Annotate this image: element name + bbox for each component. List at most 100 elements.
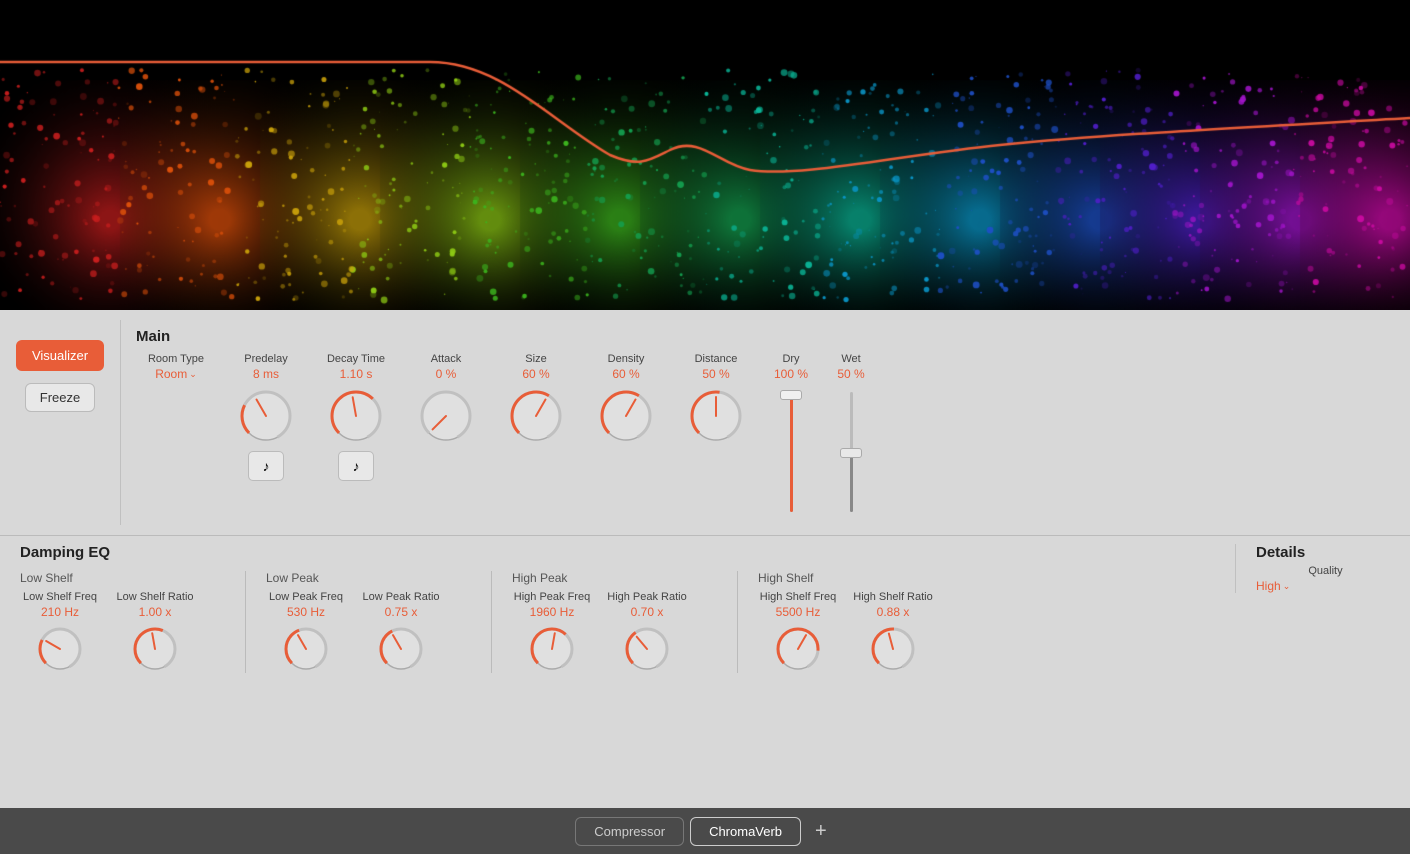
low-peak-band: Low Peak Low Peak Freq 530 Hz <box>266 571 471 673</box>
predelay-note-btn[interactable]: ♪ <box>248 451 284 481</box>
low-shelf-ratio-group: Low Shelf Ratio 1.00 x <box>115 591 195 673</box>
dry-value: 100 % <box>774 367 808 381</box>
wet-slider[interactable] <box>841 387 861 517</box>
high-shelf-freq-knob[interactable] <box>774 625 822 673</box>
decay-note-btn[interactable]: ♪ <box>338 451 374 481</box>
tab-compressor[interactable]: Compressor <box>575 817 684 846</box>
high-shelf-freq-group: High Shelf Freq 5500 Hz <box>758 591 838 673</box>
decay-time-group: Decay Time 1.10 s ♪ <box>316 353 396 481</box>
high-shelf-freq-label: High Shelf Freq <box>760 591 836 603</box>
room-type-label: Room Type <box>148 353 204 365</box>
density-knob[interactable] <box>597 387 655 445</box>
density-value: 60 % <box>612 367 639 381</box>
density-group: Density 60 % <box>586 353 666 445</box>
high-shelf-title: High Shelf <box>758 571 933 585</box>
distance-value: 50 % <box>702 367 729 381</box>
high-peak-freq-label: High Peak Freq <box>514 591 590 603</box>
freeze-button[interactable]: Freeze <box>25 383 95 412</box>
high-peak-title: High Peak <box>512 571 687 585</box>
quality-label: Quality <box>1256 565 1395 577</box>
damping-eq-title: Damping EQ <box>20 544 1235 561</box>
dry-label: Dry <box>782 353 799 365</box>
low-peak-ratio-group: Low Peak Ratio 0.75 x <box>361 591 441 673</box>
high-peak-freq-knob[interactable] <box>528 625 576 673</box>
tab-chromaverb[interactable]: ChromaVerb <box>690 817 801 846</box>
high-peak-ratio-knob[interactable] <box>623 625 671 673</box>
high-peak-ratio-value: 0.70 x <box>631 605 664 619</box>
main-section-title: Main <box>136 328 1395 345</box>
sep-2 <box>491 571 492 673</box>
wet-label: Wet <box>841 353 860 365</box>
low-peak-knobs: Low Peak Freq 530 Hz <box>266 591 441 673</box>
wet-group: Wet 50 % <box>826 353 876 517</box>
high-peak-band: High Peak High Peak Freq 1960 Hz <box>512 571 717 673</box>
visualizer-button[interactable]: Visualizer <box>16 340 104 371</box>
decay-time-label: Decay Time <box>327 353 385 365</box>
low-shelf-knobs: Low Shelf Freq 210 Hz <box>20 591 195 673</box>
high-shelf-band: High Shelf High Shelf Freq 5500 Hz <box>758 571 963 673</box>
high-shelf-ratio-knob[interactable] <box>869 625 917 673</box>
high-peak-freq-value: 1960 Hz <box>530 605 575 619</box>
decay-time-knob[interactable] <box>327 387 385 445</box>
predelay-group: Predelay 8 ms ♪ <box>226 353 306 481</box>
distance-label: Distance <box>695 353 738 365</box>
attack-value: 0 % <box>436 367 457 381</box>
low-shelf-band: Low Shelf Low Shelf Freq 210 Hz <box>20 571 225 673</box>
app: Visualizer Freeze Main Room Type Room ⌄ <box>0 0 1410 854</box>
low-peak-ratio-value: 0.75 x <box>385 605 418 619</box>
low-peak-title: Low Peak <box>266 571 441 585</box>
sep-1 <box>245 571 246 673</box>
low-peak-freq-label: Low Peak Freq <box>269 591 343 603</box>
visualizer-area <box>0 0 1410 310</box>
low-shelf-freq-knob[interactable] <box>36 625 84 673</box>
low-peak-freq-group: Low Peak Freq 530 Hz <box>266 591 346 673</box>
main-knobs-row: Room Type Room ⌄ Predelay 8 ms <box>136 353 1395 517</box>
attack-label: Attack <box>431 353 462 365</box>
bottom-bar: Compressor ChromaVerb + <box>0 808 1410 854</box>
add-tab-button[interactable]: + <box>807 820 835 843</box>
density-label: Density <box>608 353 645 365</box>
low-shelf-ratio-knob[interactable] <box>131 625 179 673</box>
size-group: Size 60 % <box>496 353 576 445</box>
wet-value: 50 % <box>837 367 864 381</box>
high-shelf-knobs: High Shelf Freq 5500 Hz <box>758 591 933 673</box>
high-peak-ratio-group: High Peak Ratio 0.70 x <box>607 591 687 673</box>
sep-3 <box>737 571 738 673</box>
dry-slider[interactable] <box>781 387 801 517</box>
high-shelf-ratio-value: 0.88 x <box>877 605 910 619</box>
attack-knob[interactable] <box>417 387 475 445</box>
predelay-knob[interactable] <box>237 387 295 445</box>
high-shelf-ratio-group: High Shelf Ratio 0.88 x <box>853 591 933 673</box>
controls-wrapper: Visualizer Freeze Main Room Type Room ⌄ <box>0 310 1410 808</box>
dry-group: Dry 100 % <box>766 353 816 517</box>
low-shelf-freq-group: Low Shelf Freq 210 Hz <box>20 591 100 673</box>
low-peak-ratio-knob[interactable] <box>377 625 425 673</box>
room-type-group: Room Type Room ⌄ <box>136 353 216 381</box>
distance-group: Distance 50 % <box>676 353 756 445</box>
main-row: Visualizer Freeze Main Room Type Room ⌄ <box>0 310 1410 535</box>
room-type-value[interactable]: Room ⌄ <box>155 367 197 381</box>
details-panel: Details Quality High ⌄ <box>1235 544 1395 593</box>
high-peak-ratio-label: High Peak Ratio <box>607 591 687 603</box>
high-peak-knobs: High Peak Freq 1960 Hz <box>512 591 687 673</box>
room-type-arrow: ⌄ <box>189 369 197 380</box>
size-label: Size <box>525 353 546 365</box>
low-shelf-freq-label: Low Shelf Freq <box>23 591 97 603</box>
low-peak-freq-knob[interactable] <box>282 625 330 673</box>
high-shelf-ratio-label: High Shelf Ratio <box>853 591 933 603</box>
low-shelf-ratio-value: 1.00 x <box>139 605 172 619</box>
eq-row: Damping EQ Low Shelf Low Shelf Freq 210 … <box>0 535 1410 681</box>
quality-value[interactable]: High ⌄ <box>1256 579 1395 593</box>
details-title: Details <box>1256 544 1395 561</box>
quality-arrow: ⌄ <box>1283 581 1291 592</box>
high-shelf-freq-value: 5500 Hz <box>776 605 821 619</box>
predelay-label: Predelay <box>244 353 287 365</box>
main-section: Main Room Type Room ⌄ Predelay 8 ms <box>120 320 1410 525</box>
size-value: 60 % <box>522 367 549 381</box>
low-peak-ratio-label: Low Peak Ratio <box>362 591 439 603</box>
distance-knob[interactable] <box>687 387 745 445</box>
low-shelf-title: Low Shelf <box>20 571 195 585</box>
damping-eq-left: Damping EQ Low Shelf Low Shelf Freq 210 … <box>20 544 1235 673</box>
size-knob[interactable] <box>507 387 565 445</box>
attack-group: Attack 0 % <box>406 353 486 445</box>
